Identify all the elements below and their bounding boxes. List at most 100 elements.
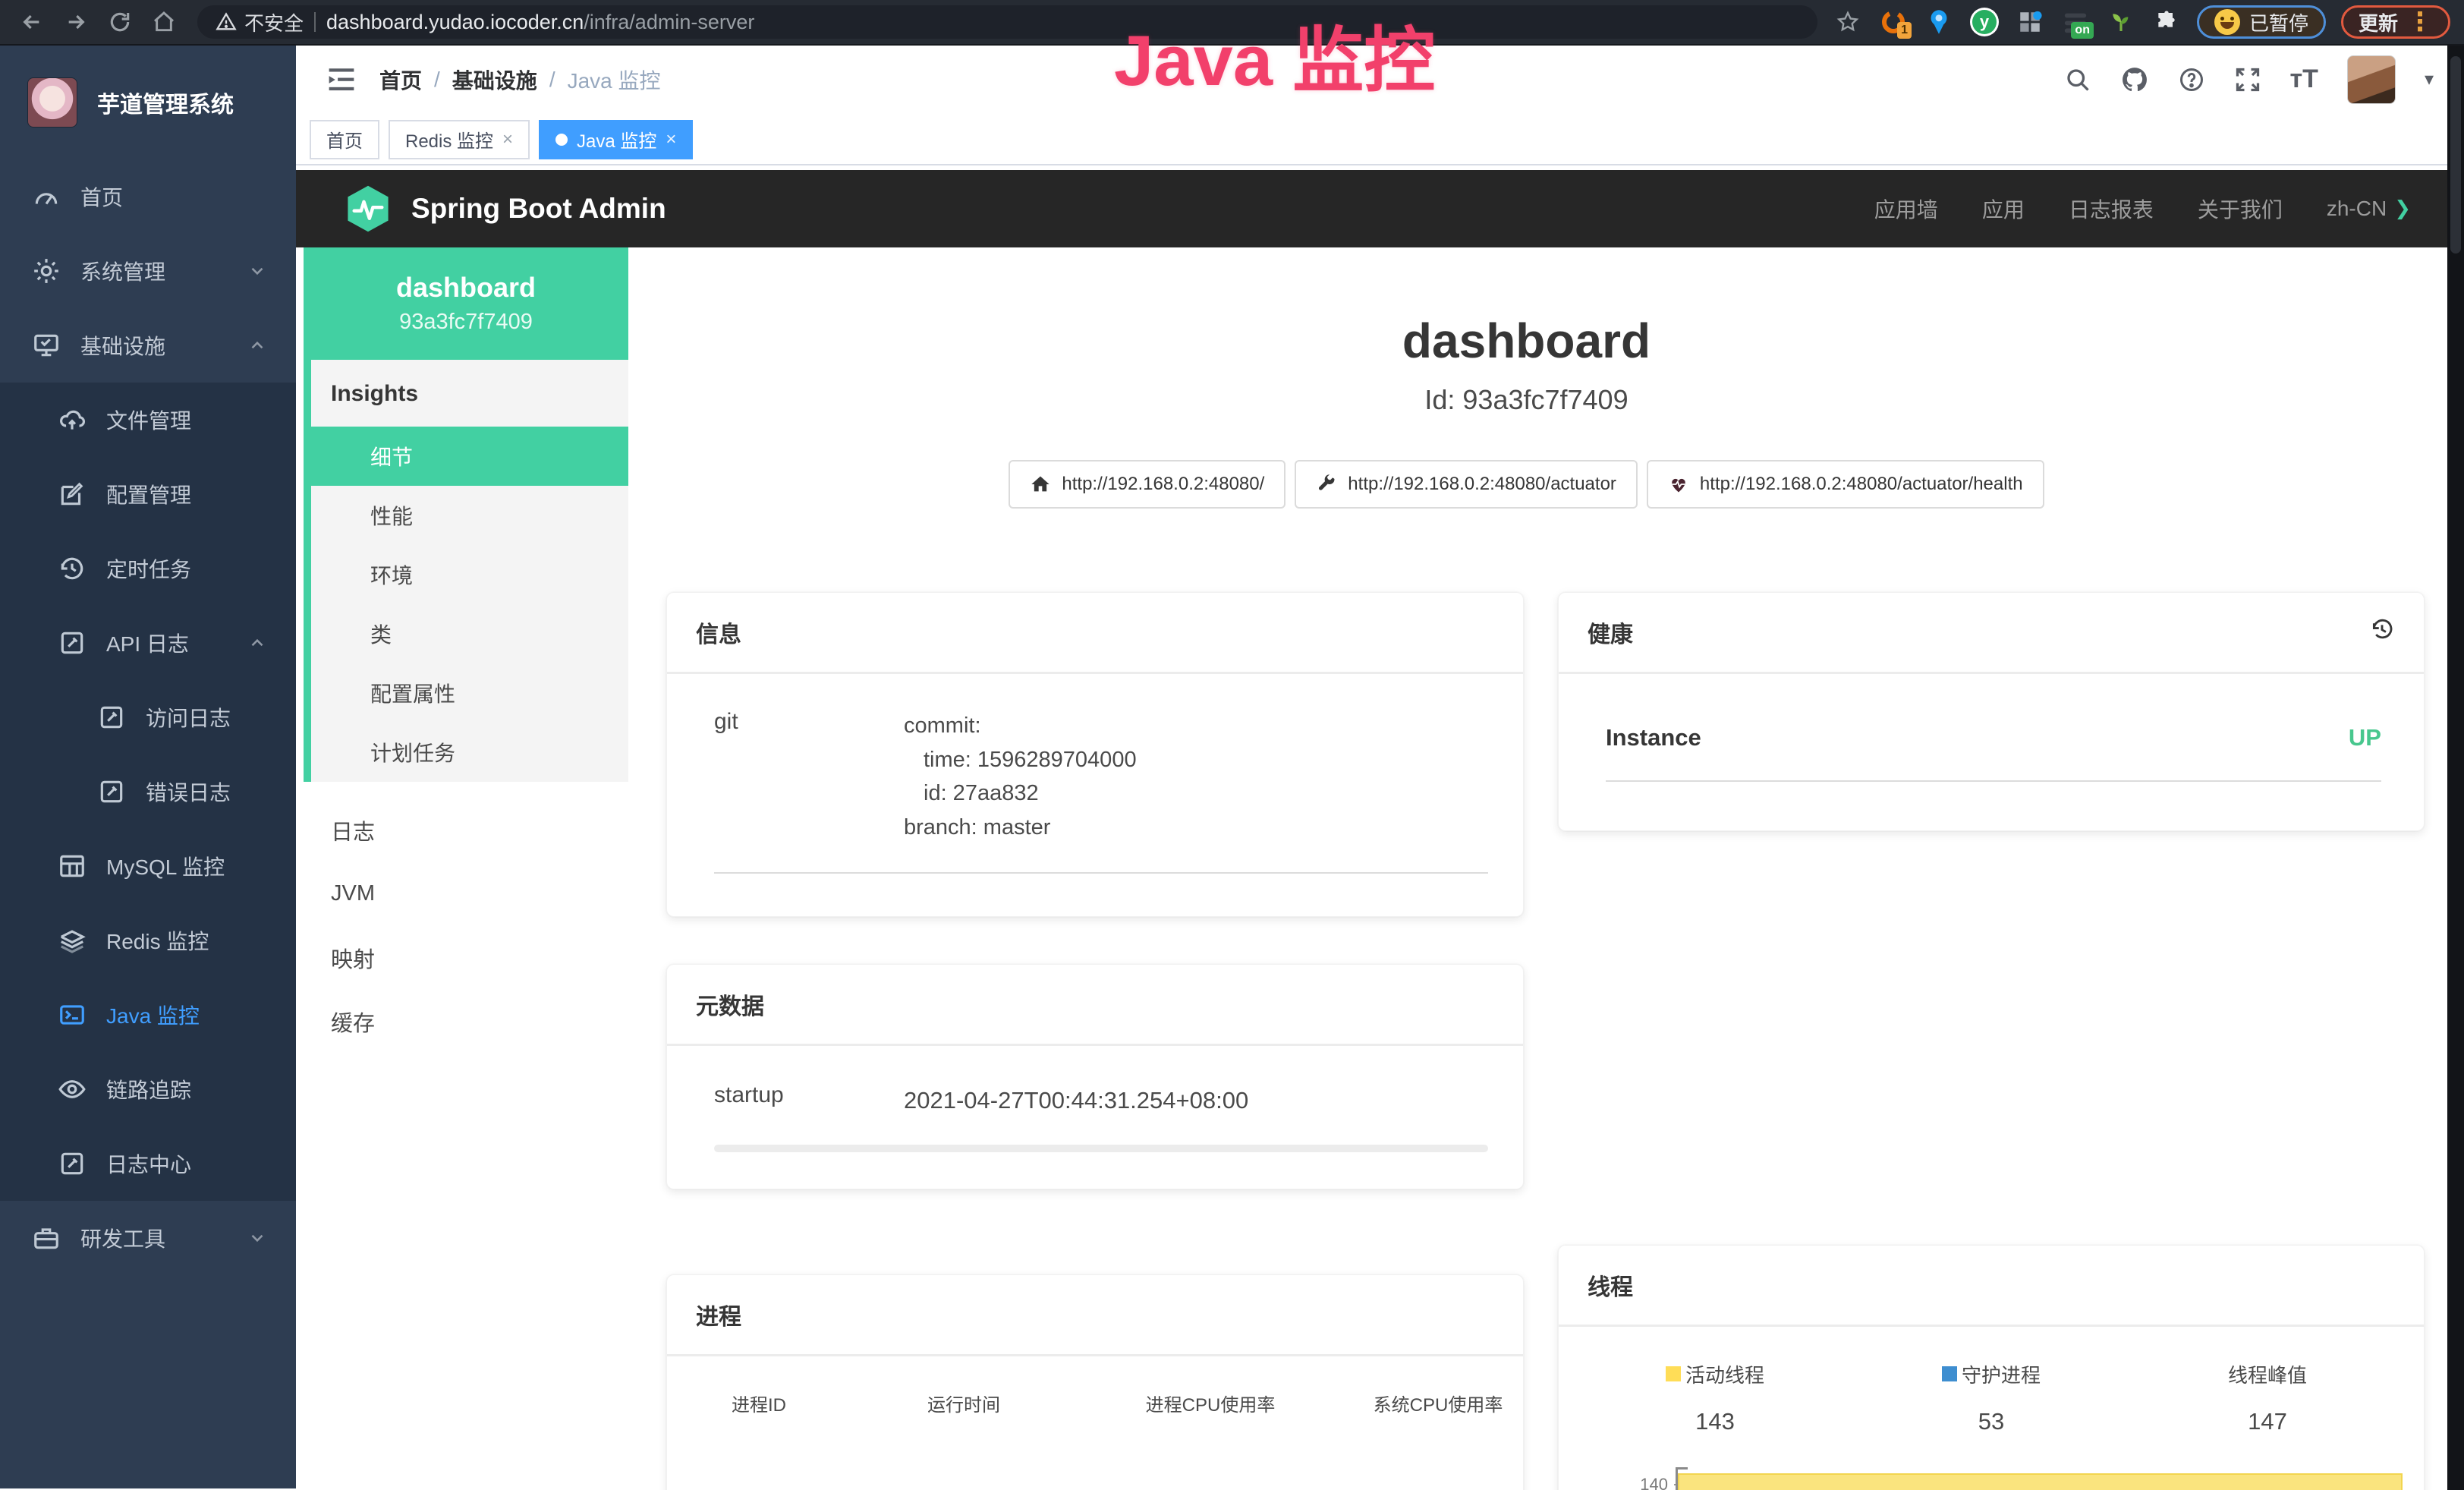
metadata-row-value: 2021-04-27T00:44:31.254+08:00 bbox=[904, 1082, 1248, 1119]
help-icon[interactable] bbox=[2178, 66, 2205, 93]
app-root: 芋道管理系统 首页 系统管理 基础设施 文件管理 bbox=[0, 46, 2464, 1488]
tab-home[interactable]: 首页 bbox=[310, 120, 379, 159]
sba-nav-about[interactable]: 关于我们 bbox=[2198, 194, 2283, 224]
extension-pin[interactable] bbox=[1924, 7, 1954, 37]
browser-back-button[interactable] bbox=[14, 5, 50, 39]
breadcrumb-infrastructure[interactable]: 基础设施 bbox=[452, 65, 537, 95]
security-label: 不安全 bbox=[244, 8, 304, 36]
bookmark-star-button[interactable] bbox=[1833, 7, 1863, 37]
fullscreen-icon[interactable] bbox=[2234, 66, 2261, 93]
extensions-puzzle-button[interactable] bbox=[2151, 7, 2182, 37]
process-header-process-cpu: 进程CPU使用率 bbox=[1097, 1390, 1324, 1464]
language-caret-icon: ❯ bbox=[2394, 197, 2411, 220]
service-url-button[interactable]: http://192.168.0.2:48080/ bbox=[1009, 460, 1285, 509]
search-icon[interactable] bbox=[2064, 66, 2091, 93]
extension-y-circle[interactable]: y bbox=[1969, 7, 2000, 37]
sba-brand-title: Spring Boot Admin bbox=[411, 193, 666, 225]
health-url-button[interactable]: http://192.168.0.2:48080/actuator/health bbox=[1647, 460, 2044, 509]
tab-close-icon[interactable]: × bbox=[666, 129, 676, 150]
sidebar-item-home[interactable]: 首页 bbox=[0, 159, 296, 234]
extension-sprout[interactable] bbox=[2106, 7, 2136, 37]
app-sidebar: 芋道管理系统 首页 系统管理 基础设施 文件管理 bbox=[0, 46, 296, 1488]
instance-links-row: http://192.168.0.2:48080/ http://192.168… bbox=[628, 460, 2425, 509]
sidebar-item-log-center[interactable]: 日志中心 bbox=[0, 1126, 296, 1201]
user-menu-caret-icon[interactable]: ▾ bbox=[2425, 68, 2434, 90]
process-value-process-cpu: 0.04 bbox=[1097, 1487, 1324, 1490]
github-icon[interactable] bbox=[2120, 65, 2149, 94]
site-security-indicator[interactable]: 不安全 bbox=[216, 8, 304, 36]
home-icon bbox=[152, 10, 176, 34]
sba-menu-logs[interactable]: 日志 bbox=[304, 799, 628, 862]
sidebar-item-java-monitor[interactable]: Java 监控 bbox=[0, 978, 296, 1052]
sba-menu-jvm[interactable]: JVM bbox=[304, 862, 628, 926]
sidebar-item-label: Redis 监控 bbox=[106, 925, 209, 956]
url-path: /infra/admin-server bbox=[584, 11, 754, 33]
sba-frame: Spring Boot Admin 应用墙 应用 日志报表 关于我们 zh-CN… bbox=[296, 170, 2464, 1488]
sidebar-item-scheduled-jobs[interactable]: 定时任务 bbox=[0, 531, 296, 606]
sidebar-item-error-logs[interactable]: 错误日志 bbox=[0, 754, 296, 829]
gear-icon bbox=[32, 257, 61, 285]
extension-switch-on[interactable]: on bbox=[2060, 7, 2091, 37]
sba-menu-scheduled-tasks[interactable]: 计划任务 bbox=[311, 723, 628, 782]
legend-yellow-swatch bbox=[1666, 1366, 1681, 1381]
sidebar-item-api-logs[interactable]: API 日志 bbox=[0, 606, 296, 680]
sidebar-item-file-mgmt[interactable]: 文件管理 bbox=[0, 383, 296, 457]
font-size-icon[interactable]: ᴛT bbox=[2290, 65, 2318, 94]
sba-nav-journal[interactable]: 日志报表 bbox=[2069, 194, 2154, 224]
sidebar-item-mysql-monitor[interactable]: MySQL 监控 bbox=[0, 829, 296, 903]
threads-card-title: 线程 bbox=[1559, 1246, 2424, 1327]
sba-menu-config-props[interactable]: 配置属性 bbox=[311, 663, 628, 723]
sidebar-item-config-mgmt[interactable]: 配置管理 bbox=[0, 457, 296, 531]
sba-insights-title: Insights bbox=[311, 360, 628, 427]
page-scrollbar[interactable] bbox=[2447, 46, 2464, 1490]
tab-java-monitor[interactable]: Java 监控 × bbox=[539, 120, 693, 159]
process-value-uptime: 6d 23h 15m 59s bbox=[831, 1487, 1097, 1490]
user-avatar[interactable] bbox=[2347, 55, 2396, 104]
sba-menu-mappings[interactable]: 映射 bbox=[304, 926, 628, 990]
browser-reload-button[interactable] bbox=[102, 5, 138, 39]
sba-menu-environment[interactable]: 环境 bbox=[311, 545, 628, 604]
app-logo-link[interactable]: 芋道管理系统 bbox=[0, 46, 296, 159]
collapse-sidebar-icon[interactable] bbox=[326, 66, 357, 93]
gauge-icon bbox=[32, 182, 61, 211]
sidebar-item-tracing[interactable]: 链路追踪 bbox=[0, 1052, 296, 1126]
app-title: 芋道管理系统 bbox=[97, 86, 234, 119]
chevron-down-icon bbox=[247, 261, 267, 281]
sidebar-item-infrastructure[interactable]: 基础设施 bbox=[0, 308, 296, 383]
browser-update-button[interactable]: 更新 ⋮ bbox=[2341, 5, 2450, 39]
extension-grid[interactable] bbox=[2015, 7, 2045, 37]
browser-forward-button[interactable] bbox=[58, 5, 94, 39]
row-underline[interactable] bbox=[714, 1145, 1488, 1152]
profile-chip[interactable]: 已暂停 bbox=[2197, 5, 2326, 39]
profile-avatar-emoji bbox=[2214, 9, 2240, 35]
sba-menu-classes[interactable]: 类 bbox=[311, 604, 628, 663]
health-card-title: 健康 bbox=[1588, 616, 1633, 649]
process-header-pid: 进程ID bbox=[687, 1390, 831, 1464]
sba-brand-link[interactable]: Spring Boot Admin bbox=[343, 184, 666, 234]
address-bar[interactable]: 不安全 dashboard.yudao.iocoder.cn/infra/adm… bbox=[197, 5, 1817, 39]
sidebar-item-redis-monitor[interactable]: Redis 监控 bbox=[0, 903, 296, 978]
tab-redis-monitor[interactable]: Redis 监控 × bbox=[389, 120, 530, 159]
browser-menu-kebab-icon[interactable]: ⋮ bbox=[2407, 14, 2433, 30]
y-glyph: y bbox=[1972, 10, 1997, 34]
browser-home-button[interactable] bbox=[146, 5, 182, 39]
git-id-line: id: 27aa832 bbox=[904, 777, 1137, 811]
cards-column-right: 健康 Instance UP bbox=[1558, 592, 2425, 1490]
sba-nav-applications[interactable]: 应用 bbox=[1982, 194, 2025, 224]
actuator-url-button[interactable]: http://192.168.0.2:48080/actuator bbox=[1295, 460, 1638, 509]
sba-nav-wallboard[interactable]: 应用墙 bbox=[1874, 194, 1938, 224]
sidebar-item-system-mgmt[interactable]: 系统管理 bbox=[0, 234, 296, 308]
sidebar-item-label: 研发工具 bbox=[80, 1223, 165, 1253]
sidebar-item-access-logs[interactable]: 访问日志 bbox=[0, 680, 296, 754]
breadcrumb-home[interactable]: 首页 bbox=[379, 65, 422, 95]
sba-menu-metrics[interactable]: 性能 bbox=[311, 486, 628, 545]
sidebar-item-dev-tools[interactable]: 研发工具 bbox=[0, 1201, 296, 1275]
tab-close-icon[interactable]: × bbox=[502, 129, 513, 150]
sba-instance-header[interactable]: dashboard 93a3fc7f7409 bbox=[304, 247, 628, 360]
sba-menu-details[interactable]: 细节 bbox=[304, 427, 628, 486]
page-scrollbar-thumb[interactable] bbox=[2450, 56, 2461, 254]
sba-language-select[interactable]: zh-CN ❯ bbox=[2327, 197, 2411, 221]
health-history-button[interactable] bbox=[2369, 616, 2395, 648]
sba-menu-caches[interactable]: 缓存 bbox=[304, 990, 628, 1054]
extension-colorzilla[interactable]: 1 bbox=[1878, 7, 1909, 37]
